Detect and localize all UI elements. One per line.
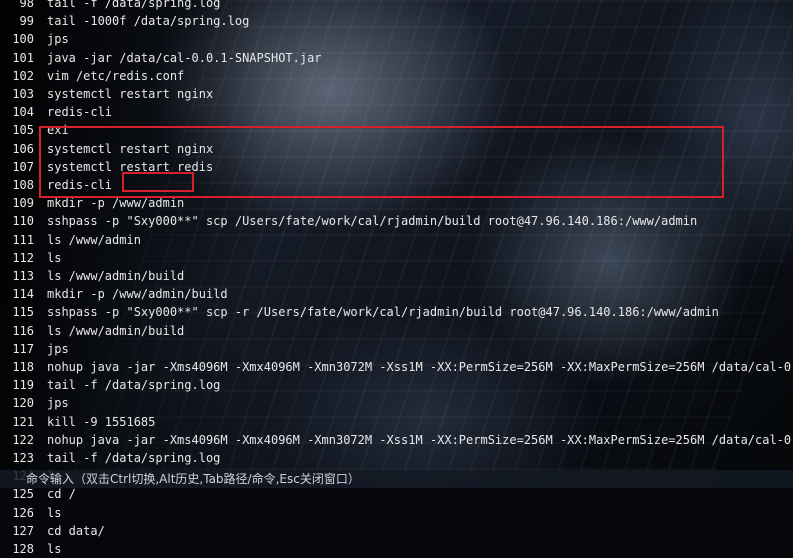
history-command-text: tail -f /data/spring.log — [47, 451, 221, 465]
history-command-text: sshpass -p "Sxy000**" scp /Users/fate/wo… — [47, 214, 698, 229]
history-line: 121 kill -9 1551685 — [0, 413, 793, 431]
history-command-text: ls — [47, 250, 62, 265]
history-line: 126 ls — [0, 504, 793, 522]
history-line: 100 jps — [0, 30, 793, 48]
history-line-number: 115 — [12, 305, 34, 320]
history-line-number: 119 — [12, 378, 34, 393]
history-line: 122 nohup java -jar -Xms4096M -Xmx4096M -… — [0, 431, 793, 449]
history-line: 102 vim /etc/redis.conf — [0, 67, 793, 85]
history-line-number: 108 — [12, 178, 34, 192]
history-line: 98 tail -f /data/spring.log — [0, 0, 793, 12]
history-line: 123 tail -f /data/spring.log — [0, 449, 793, 467]
history-line: 127 cd data/ — [0, 522, 793, 540]
history-line: 128 ls — [0, 540, 793, 558]
history-line: 99 tail -1000f /data/spring.log — [0, 12, 793, 30]
history-line-number: 111 — [12, 232, 34, 247]
history-command-text: tail -1000f /data/spring.log — [47, 14, 250, 29]
history-line: 125 cd / — [0, 485, 793, 503]
history-command-text: vim /etc/redis.conf — [47, 68, 185, 83]
history-line-number: 105 — [12, 123, 34, 138]
history-line: 118 nohup java -jar -Xms4096M -Xmx4096M -… — [0, 358, 793, 376]
history-command-text: jps — [47, 396, 69, 411]
history-command-text: sshpass -p "Sxy000**" scp -r /Users/fate… — [47, 305, 719, 320]
history-line-number: 103 — [12, 87, 34, 101]
history-command-text: kill -9 1551685 — [47, 414, 156, 429]
command-input-hint-bar[interactable]: 命令输入（双击Ctrl切换,Alt历史,Tab路径/命令,Esc关闭窗口） — [0, 470, 793, 488]
history-command-text: ls — [47, 542, 62, 556]
history-line-number: 118 — [12, 360, 34, 374]
history-line: 114 mkdir -p /www/admin/build — [0, 285, 793, 303]
history-line: 103 systemctl restart nginx — [0, 85, 793, 103]
history-line-number: 125 — [12, 487, 34, 502]
history-command-text: redis-cli — [47, 105, 113, 120]
history-line-number: 99 — [19, 14, 34, 29]
history-line: 110 sshpass -p "Sxy000**" scp /Users/fate… — [0, 212, 793, 230]
history-line: 119 tail -f /data/spring.log — [0, 376, 793, 394]
history-line-number: 101 — [12, 50, 34, 65]
history-command-text: ls — [47, 505, 62, 520]
history-line-number: 98 — [19, 0, 34, 10]
history-line-number: 128 — [12, 542, 34, 556]
history-line-number: 126 — [12, 505, 34, 520]
history-line-number: 112 — [12, 250, 34, 265]
history-command-text: mkdir -p /www/admin/build — [47, 287, 228, 302]
history-line-number: 120 — [12, 396, 34, 411]
history-line-number: 100 — [12, 32, 34, 47]
history-line: 111 ls /www/admin — [0, 231, 793, 249]
password-highlight-box — [122, 172, 194, 192]
history-line-number: 110 — [12, 214, 34, 229]
history-command-text: cd / — [47, 487, 76, 502]
command-input-hint: 命令输入（双击Ctrl切换,Alt历史,Tab路径/命令,Esc关闭窗口） — [26, 472, 360, 486]
history-line: 101 java -jar /data/cal-0.0.1-SNAPSHOT.ja… — [0, 49, 793, 67]
history-command-text: ls /www/admin/build — [47, 323, 185, 338]
history-line: 113 ls /www/admin/build — [0, 267, 793, 285]
history-command-text: jps — [47, 32, 69, 47]
history-command-text: nohup java -jar -Xms4096M -Xmx4096M -Xmn… — [47, 432, 793, 447]
history-line: 117 jps — [0, 340, 793, 358]
history-line-number: 109 — [12, 196, 34, 211]
history-command-text: nohup java -jar -Xms4096M -Xmx4096M -Xmn… — [47, 360, 793, 374]
history-line-number: 113 — [12, 269, 34, 283]
history-line-number: 117 — [12, 341, 34, 356]
history-line: 116 ls /www/admin/build — [0, 322, 793, 340]
history-line-number: 122 — [12, 432, 34, 447]
history-command-text: systemctl restart nginx — [47, 87, 214, 101]
history-line: 104 redis-cli — [0, 103, 793, 121]
history-line-number: 107 — [12, 159, 34, 174]
history-command-text: tail -f /data/spring.log — [47, 378, 221, 393]
history-line-number: 127 — [12, 523, 34, 538]
history-line-number: 123 — [12, 451, 34, 465]
history-line: 112 ls — [0, 249, 793, 267]
history-command-text: cd data/ — [47, 523, 105, 538]
history-line-number: 102 — [12, 68, 34, 83]
history-command-text: jps — [47, 341, 69, 356]
history-command-text: tail -f /data/spring.log — [47, 0, 221, 10]
history-line: 115 sshpass -p "Sxy000**" scp -r /Users/f… — [0, 303, 793, 321]
history-command-text: ls /www/admin — [47, 232, 141, 247]
history-command-text: ls /www/admin/build — [47, 269, 185, 283]
history-line: 120 jps — [0, 394, 793, 412]
history-line-number: 116 — [12, 323, 34, 338]
history-command-text: java -jar /data/cal-0.0.1-SNAPSHOT.jar — [47, 50, 322, 65]
history-line-number: 121 — [12, 414, 34, 429]
history-line-number: 104 — [12, 105, 34, 120]
history-line-number: 106 — [12, 141, 34, 156]
history-line-number: 114 — [12, 287, 34, 302]
terminal-history-output[interactable]: 98 tail -f /data/spring.log 99 tail -1000f … — [0, 0, 793, 556]
